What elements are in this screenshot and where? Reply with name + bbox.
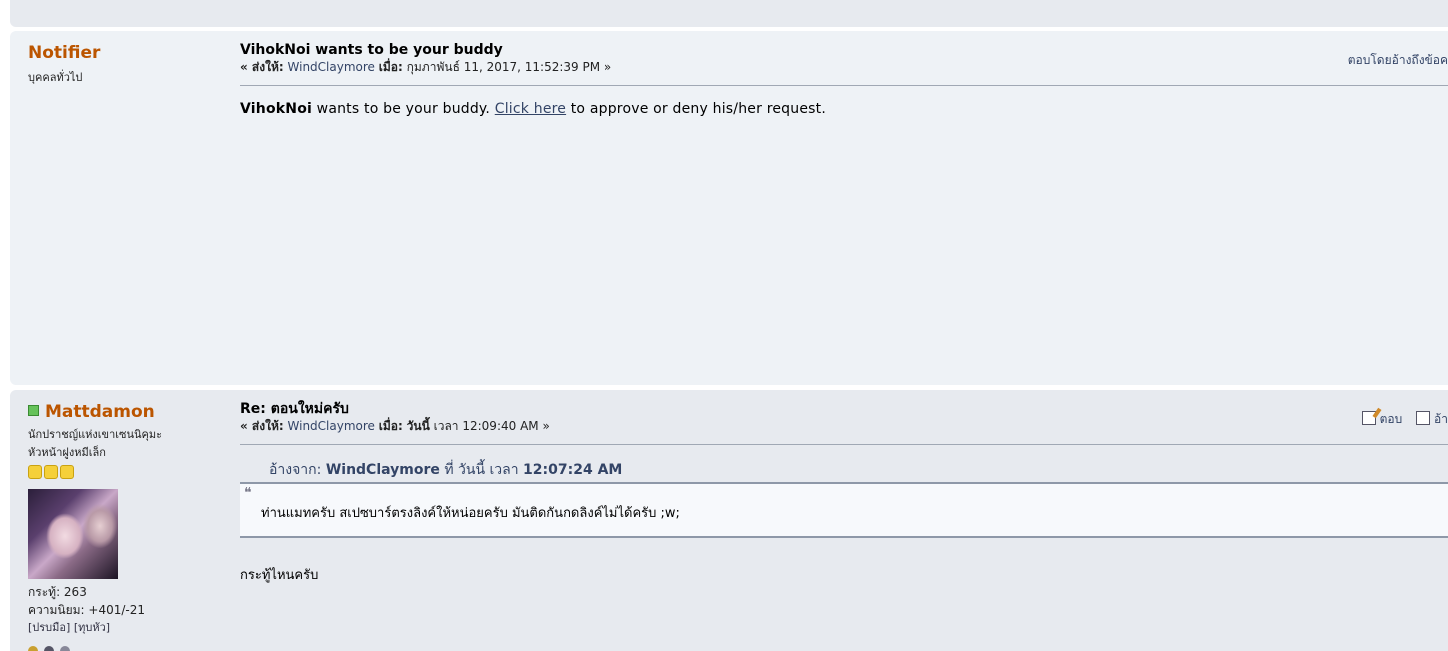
recipient-link[interactable]: WindClaymore xyxy=(288,60,375,74)
reply-label: ตอบ xyxy=(1379,412,1403,426)
post-count: กระทู้: 263 xyxy=(28,585,87,599)
poster-name-row: Mattdamon xyxy=(28,402,218,422)
quote-header: อ้างจาก: WindClaymore ที่ วันนี้ เวลา 12… xyxy=(269,461,1448,479)
post-body: VihokNoi wants to be your buddy. Click h… xyxy=(240,101,1448,117)
quote-today: วันนี้ xyxy=(458,462,486,478)
body-user: VihokNoi xyxy=(240,101,313,117)
quote-time: 12:07:24 AM xyxy=(523,462,623,478)
recipient-link[interactable]: WindClaymore xyxy=(288,419,375,433)
post-subject[interactable]: Re: ตอนใหม่ครับ xyxy=(240,400,1448,418)
quote-box: ❝ ท่านแมทครับ สเปซบาร์ตรงลิงค์ให้หน่อยคร… xyxy=(240,482,1448,538)
body-text-before: wants to be your buddy. xyxy=(312,101,495,117)
approve-link[interactable]: Click here xyxy=(495,101,566,117)
post-meta: « ส่งให้: WindClaymore เมื่อ: วันนี้ เวล… xyxy=(240,418,1448,434)
reply-body: กระทู้ไหนครับ xyxy=(240,568,319,583)
poster-info: Notifier บุคคลทั่วไป xyxy=(28,43,218,87)
body-text-after: to approve or deny his/her request. xyxy=(566,101,826,117)
post-meta: « ส่งให้: WindClaymore เมื่อ: กุมภาพันธ์… xyxy=(240,59,1448,75)
smite-button[interactable]: [ทุบหัว] xyxy=(74,621,110,634)
reply-button[interactable]: ตอบ xyxy=(1361,411,1403,426)
post-subject[interactable]: VihokNoi wants to be your buddy xyxy=(240,41,1448,59)
post-content: VihokNoi wants to be your buddy « ส่งให้… xyxy=(240,41,1448,117)
poster-name[interactable]: Mattdamon xyxy=(45,402,155,422)
reply-icon xyxy=(1361,411,1376,425)
quote-at: ที่ xyxy=(444,462,454,478)
meta-date-today: วันนี้ xyxy=(406,419,430,433)
post-content: Re: ตอนใหม่ครับ « ส่งให้: WindClaymore เ… xyxy=(240,400,1448,585)
profile-icon[interactable] xyxy=(28,646,38,651)
quote-label: อ้า xyxy=(1434,412,1448,426)
poster-name[interactable]: Notifier xyxy=(28,43,218,63)
star-icon xyxy=(28,465,42,479)
poster-info: Mattdamon นักปราชญ์แห่งเขาเซนนิคุมะ หัวห… xyxy=(28,402,218,651)
quote-author[interactable]: WindClaymore xyxy=(326,462,440,478)
karma-actions: [ปรบมือ] [ทุบหัว] xyxy=(28,619,218,637)
meta-date-label: เมื่อ: xyxy=(378,419,403,433)
email-icon[interactable] xyxy=(44,646,54,651)
pm-icon[interactable] xyxy=(60,646,70,651)
star-icon xyxy=(60,465,74,479)
meta-prefix: « ส่งให้: xyxy=(240,60,284,74)
meta-date-label: เมื่อ: xyxy=(378,60,403,74)
applaud-button[interactable]: [ปรบมือ] xyxy=(28,621,70,634)
online-status-icon xyxy=(28,405,39,416)
quote-text: ท่านแมทครับ สเปซบาร์ตรงลิงค์ให้หน่อยครับ… xyxy=(261,506,680,521)
quote-time-label: เวลา xyxy=(489,462,519,478)
separator xyxy=(240,85,1448,86)
separator xyxy=(240,444,1448,445)
avatar xyxy=(28,489,118,579)
quote-icon xyxy=(1416,411,1431,425)
karma: ความนิยม: +401/-21 xyxy=(28,603,146,617)
previous-post-bottom xyxy=(10,0,1448,27)
profile-icons xyxy=(28,641,218,651)
quote-prefix: อ้างจาก: xyxy=(269,462,322,478)
rank-stars xyxy=(28,464,218,480)
quote-mark-icon: ❝ xyxy=(244,485,252,501)
meta-prefix: « ส่งให้: xyxy=(240,419,284,433)
meta-date: เวลา 12:09:40 AM » xyxy=(433,419,550,433)
poster-group: บุคคลทั่วไป xyxy=(28,71,83,84)
star-icon xyxy=(44,465,58,479)
post-notifier: Notifier บุคคลทั่วไป VihokNoi wants to b… xyxy=(10,31,1448,385)
post-mattdamon: Mattdamon นักปราชญ์แห่งเขาเซนนิคุมะ หัวห… xyxy=(10,390,1448,651)
post-actions: ตอบ อ้า xyxy=(1361,410,1448,429)
quote-reply-button[interactable]: ตอบโดยอ้างถึงข้อค xyxy=(1348,51,1448,70)
meta-date: กุมภาพันธ์ 11, 2017, 11:52:39 PM » xyxy=(406,60,612,74)
quote-button[interactable]: อ้า xyxy=(1416,411,1448,426)
poster-title: นักปราชญ์แห่งเขาเซนนิคุมะ xyxy=(28,428,163,441)
poster-group: หัวหน้าฝูงหมีเล็ก xyxy=(28,446,106,459)
